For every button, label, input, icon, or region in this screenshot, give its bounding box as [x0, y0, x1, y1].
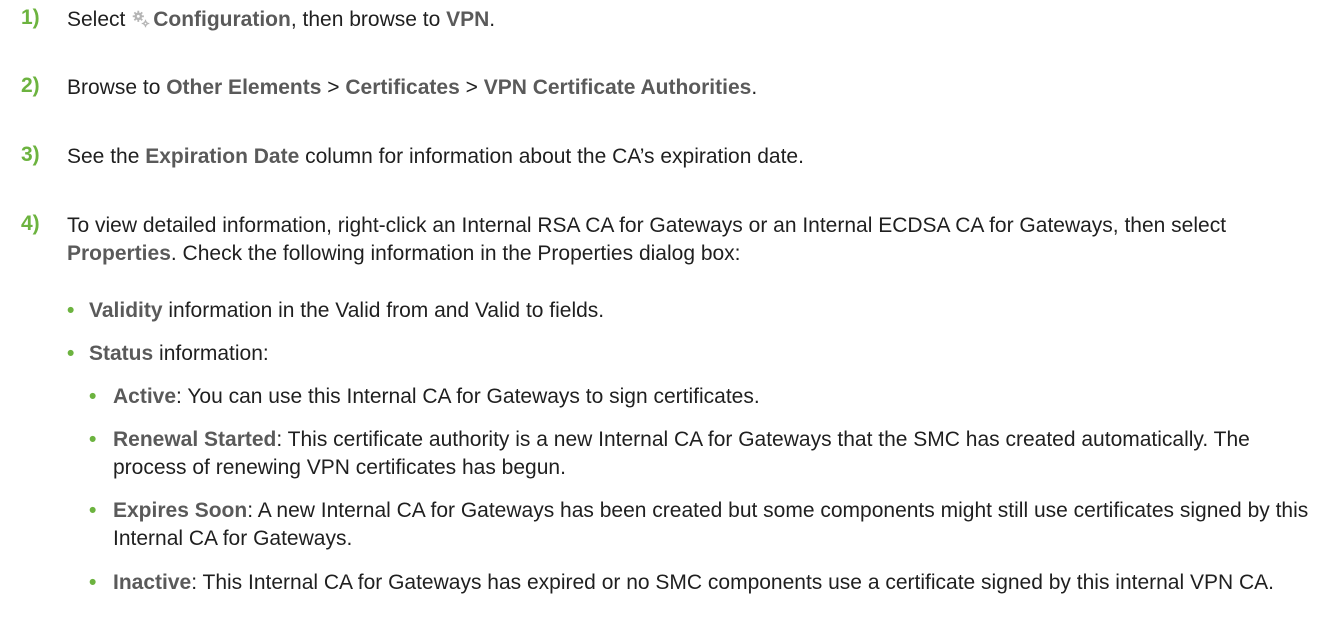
term-validity: Validity [89, 299, 163, 322]
step-number: 2) [21, 74, 40, 97]
step-number: 4) [21, 212, 40, 235]
term-inactive: Inactive [113, 571, 192, 594]
step-text-part: . Check the following information in the… [170, 242, 741, 265]
document: 1) Select Configuration, then browse to … [0, 0, 1338, 634]
step-text-part: > [459, 76, 484, 99]
step-number: 1) [21, 6, 40, 29]
step-text-part: > [321, 76, 346, 99]
step-text: Browse to Other Elements > Certificates … [67, 74, 1317, 102]
step-text: See the Expiration Date column for infor… [67, 143, 1317, 171]
ui-term-certificates: Certificates [345, 76, 460, 99]
list-item-desc: : You can use this Internal CA for Gatew… [176, 385, 760, 408]
bullet-dot: • [89, 571, 97, 594]
list-item-text: Validity information in the Valid from a… [89, 297, 1239, 325]
bullet-dot: • [89, 385, 97, 408]
list-item-text: Renewal Started: This certificate author… [113, 426, 1313, 482]
step-text-part: , then browse to [290, 8, 447, 31]
bullet-dot: • [89, 499, 97, 522]
list-item-text: Status information: [89, 340, 1239, 368]
step-text: To view detailed information, right-clic… [67, 212, 1307, 268]
step-text-part: column for information about the CA’s ex… [299, 145, 804, 168]
step-text-part: Browse to [67, 76, 167, 99]
step-text-part: . [751, 76, 758, 99]
list-item-desc: : This certificate authority is a new In… [113, 428, 1250, 479]
term-active: Active [113, 385, 177, 408]
list-item-desc: information in the Valid from and Valid … [162, 299, 605, 322]
term-expires-soon: Expires Soon [113, 499, 248, 522]
list-item-desc: information: [153, 342, 269, 365]
list-item-desc: : This Internal CA for Gateways has expi… [191, 571, 1275, 594]
ui-term-configuration: Configuration [153, 8, 291, 31]
bullet-dot: • [67, 299, 75, 322]
list-item-text: Expires Soon: A new Internal CA for Gate… [113, 497, 1313, 553]
bullet-dot: • [67, 342, 75, 365]
list-item-desc: : A new Internal CA for Gateways has bee… [113, 499, 1309, 550]
step-text-part: . [489, 8, 496, 31]
gear-icon [132, 10, 150, 28]
ui-term-vpn: VPN [446, 8, 490, 31]
ui-term-properties: Properties [67, 242, 171, 265]
step-text-part: Select [67, 8, 132, 31]
list-item-text: Active: You can use this Internal CA for… [113, 383, 1313, 411]
step-text: Select Configuration, then browse to VPN… [67, 6, 1317, 34]
ui-term-other-elements: Other Elements [166, 76, 322, 99]
term-renewal-started: Renewal Started [113, 428, 277, 451]
list-item-text: Inactive: This Internal CA for Gateways … [113, 569, 1313, 597]
ui-term-expiration-date: Expiration Date [145, 145, 300, 168]
term-status: Status [89, 342, 154, 365]
bullet-dot: • [89, 428, 97, 451]
step-text-part: See the [67, 145, 146, 168]
ui-term-vpn-certificate-authorities: VPN Certificate Authorities [483, 76, 752, 99]
step-text-part: To view detailed information, right-clic… [67, 214, 1227, 237]
step-number: 3) [21, 143, 40, 166]
